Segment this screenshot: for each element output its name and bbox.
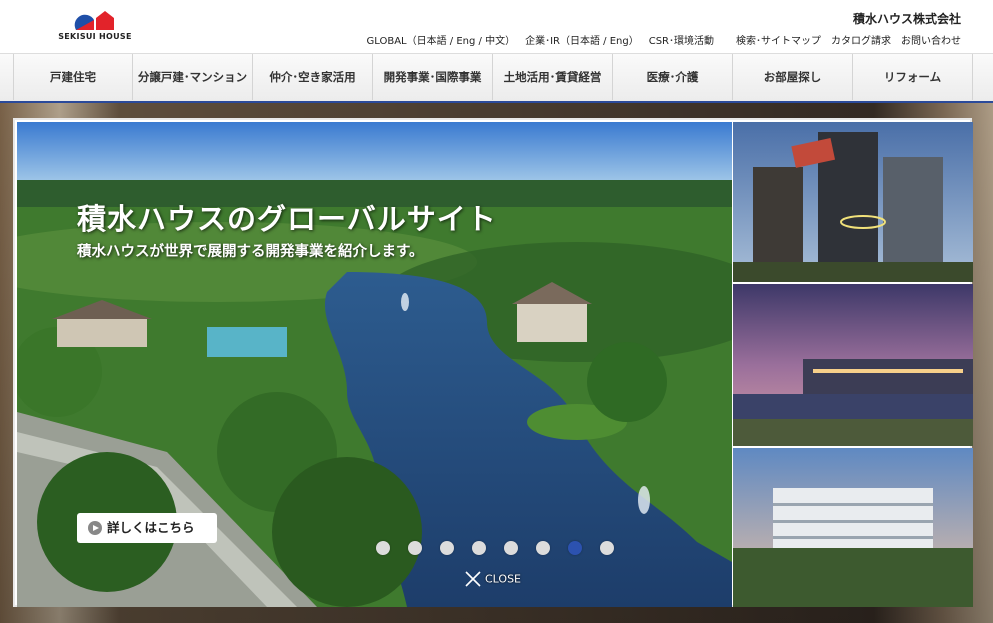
close-button[interactable]: CLOSE <box>465 571 521 589</box>
thumbnail-image <box>733 284 973 446</box>
slide-dot-4[interactable] <box>472 541 486 555</box>
close-icon <box>465 571 481 587</box>
slide-dot-3[interactable] <box>440 541 454 555</box>
thumbnail-apartment-building[interactable] <box>733 448 973 607</box>
thumbnail-sydney-towers[interactable] <box>733 122 973 282</box>
slide-dot-6[interactable] <box>536 541 550 555</box>
nav-item-development[interactable]: 開発事業･国際事業 <box>373 54 493 100</box>
thumbnail-image <box>733 122 973 282</box>
nav-item-detached-house[interactable]: 戸建住宅 <box>13 54 133 100</box>
nav-item-land-use[interactable]: 土地活用･賃貸経営 <box>493 54 613 100</box>
nav-item-room-search[interactable]: お部屋探し <box>733 54 853 100</box>
nav-item-medical-care[interactable]: 医療･介護 <box>613 54 733 100</box>
sekisui-house-logo[interactable]: SEKISUI HOUSE <box>55 8 135 48</box>
hero-title: 積水ハウスのグローバルサイト <box>77 202 497 236</box>
hero-subtitle: 積水ハウスが世界で展開する開発事業を紹介します。 <box>77 244 424 260</box>
slide-dot-2[interactable] <box>408 541 422 555</box>
top-links: GLOBAL（日本語 / Eng / 中文） 企業･IR（日本語 / Eng） CS… <box>367 32 962 47</box>
company-name: 積水ハウス株式会社 <box>852 12 961 26</box>
slide-dot-7[interactable] <box>568 541 582 555</box>
slide-pagination <box>376 541 626 557</box>
nav-item-brokerage[interactable]: 仲介･空き家活用 <box>253 54 373 100</box>
thumbnail-image <box>733 448 973 607</box>
detail-button-label: 詳しくはこちら <box>107 520 195 535</box>
main-nav: 戸建住宅 分譲戸建･マンション 仲介･空き家活用 開発事業･国際事業 土地活用･… <box>0 53 993 104</box>
link-corporate-ir[interactable]: 企業･IR（日本語 / Eng） <box>525 36 639 47</box>
global-site-overlay: 積水ハウスのグローバルサイト 積水ハウスが世界で展開する開発事業を紹介します。 … <box>13 118 973 607</box>
link-search-sitemap[interactable]: 検索･サイトマップ <box>736 36 821 47</box>
slide-dot-8[interactable] <box>600 541 614 555</box>
slide-dot-5[interactable] <box>504 541 518 555</box>
play-circle-icon <box>88 521 102 535</box>
nav-item-condominium[interactable]: 分譲戸建･マンション <box>133 54 253 100</box>
link-contact[interactable]: お問い合わせ <box>901 36 961 47</box>
link-global[interactable]: GLOBAL（日本語 / Eng / 中文） <box>367 36 516 47</box>
thumbnail-riverside-residence[interactable] <box>733 284 973 446</box>
link-csr[interactable]: CSR･環境活動 <box>649 36 714 47</box>
logo-mark-icon <box>74 11 114 30</box>
site-header: SEKISUI HOUSE 積水ハウス株式会社 GLOBAL（日本語 / Eng… <box>0 0 993 53</box>
detail-button[interactable]: 詳しくはこちら <box>77 513 217 543</box>
close-label: CLOSE <box>485 572 522 586</box>
slide-dot-1[interactable] <box>376 541 390 555</box>
link-catalog[interactable]: カタログ請求 <box>831 36 891 47</box>
hero-image: 積水ハウスのグローバルサイト 積水ハウスが世界で展開する開発事業を紹介します。 … <box>17 122 732 607</box>
logo-text: SEKISUI HOUSE <box>58 32 132 41</box>
nav-item-reform[interactable]: リフォーム <box>853 54 973 100</box>
